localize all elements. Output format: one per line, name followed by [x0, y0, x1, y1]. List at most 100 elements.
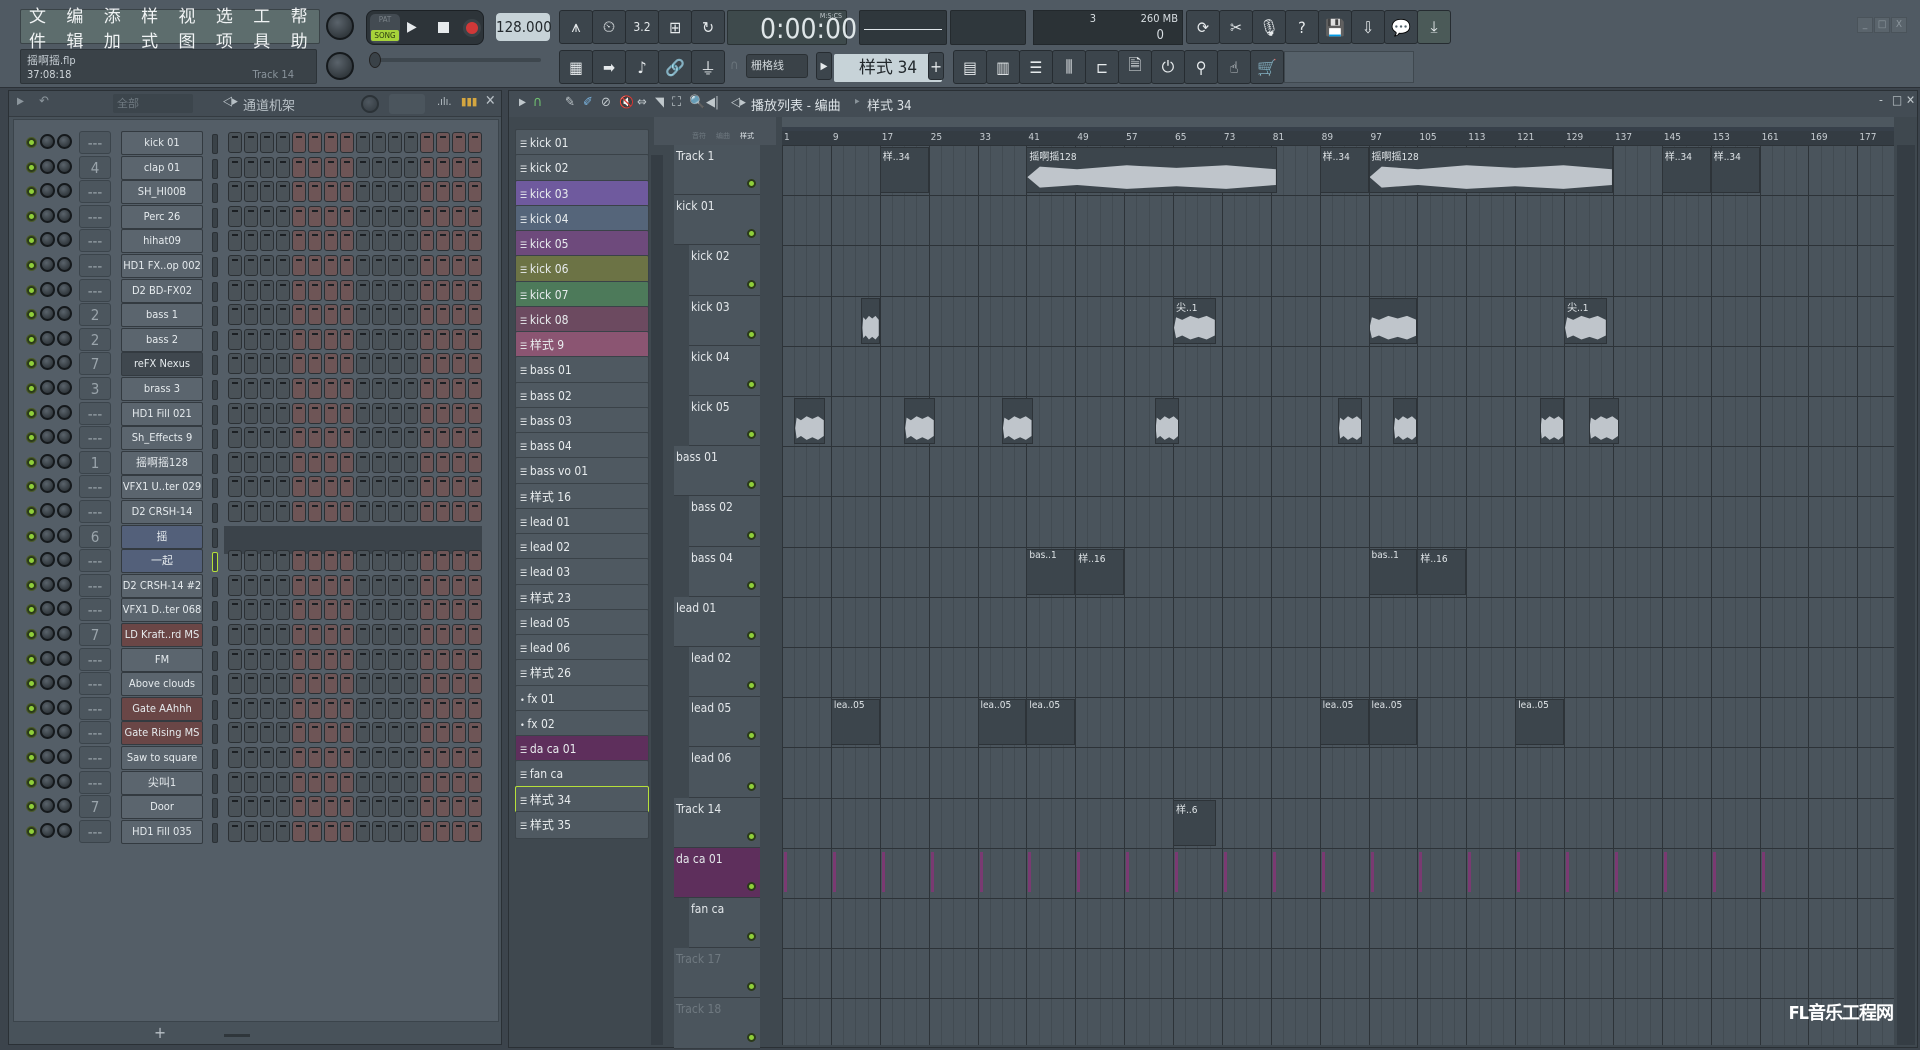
step-button[interactable] — [244, 599, 258, 621]
step-button[interactable] — [372, 205, 386, 227]
step-button[interactable] — [420, 599, 434, 621]
channel-select[interactable] — [212, 503, 218, 523]
step-button[interactable] — [228, 230, 242, 252]
mixer-track-number[interactable]: --- — [79, 426, 111, 450]
step-button[interactable] — [260, 476, 274, 498]
channel-name-button[interactable]: bass 1 — [121, 303, 203, 328]
step-button[interactable] — [388, 673, 402, 695]
track-header[interactable]: lead 01 — [674, 596, 760, 647]
countdown-icon[interactable]: 3.2 — [625, 10, 659, 44]
mixer-track-number[interactable]: --- — [79, 475, 111, 499]
tab-patterns[interactable]: 样式 — [740, 131, 754, 141]
mixer-track-number[interactable]: --- — [79, 598, 111, 622]
step-button[interactable] — [340, 476, 354, 498]
mixer-track-number[interactable]: --- — [79, 131, 111, 154]
step-button[interactable] — [228, 574, 242, 596]
pattern-item[interactable]: ☰ 样式 9 — [515, 331, 649, 359]
step-button[interactable] — [388, 378, 402, 399]
step-button[interactable] — [340, 353, 354, 375]
step-button[interactable] — [436, 279, 450, 301]
step-button[interactable] — [292, 820, 306, 842]
step-button[interactable] — [308, 820, 322, 842]
step-button[interactable] — [452, 574, 466, 596]
step-button[interactable] — [324, 132, 338, 153]
step-button[interactable] — [452, 181, 466, 203]
step-button[interactable] — [340, 574, 354, 596]
step-button[interactable] — [436, 304, 450, 326]
mixer-track-number[interactable]: 2 — [79, 303, 111, 327]
mixer-track-number[interactable]: 7 — [79, 623, 111, 646]
step-button[interactable] — [420, 427, 434, 449]
step-button[interactable] — [372, 599, 386, 621]
step-button[interactable] — [292, 697, 306, 719]
step-button[interactable] — [372, 353, 386, 375]
step-button[interactable] — [468, 697, 482, 719]
step-button[interactable] — [276, 550, 290, 572]
channel-mute-led[interactable] — [27, 679, 36, 689]
track-mute-led[interactable] — [747, 480, 756, 490]
step-button[interactable] — [276, 353, 290, 375]
track-mute-led[interactable] — [747, 279, 756, 289]
step-button[interactable] — [244, 279, 258, 301]
pattern-item[interactable]: • fx 01 — [515, 684, 649, 713]
channel-pan-knob[interactable] — [57, 355, 72, 371]
step-button[interactable] — [276, 796, 290, 818]
channel-name-button[interactable]: bass 2 — [121, 327, 203, 352]
step-button[interactable] — [276, 205, 290, 227]
channel-name-button[interactable]: HD1 Fill 035 — [121, 819, 203, 844]
picker-scrollbar[interactable] — [651, 155, 663, 1045]
brush-icon[interactable]: ✐ — [583, 95, 593, 110]
step-button[interactable] — [228, 328, 242, 350]
microphone-icon[interactable]: 🎙 — [1252, 10, 1286, 44]
track-header[interactable]: Track 18 — [674, 998, 760, 1049]
da-ca-clip[interactable] — [1517, 851, 1521, 892]
step-button[interactable] — [372, 796, 386, 818]
channel-pan-knob[interactable] — [57, 503, 72, 518]
channel-pan-knob[interactable] — [57, 453, 72, 469]
pattern-item[interactable]: ☰ bass 04 — [515, 432, 649, 460]
channel-select[interactable] — [212, 232, 218, 253]
step-button[interactable] — [292, 205, 306, 227]
mixer-track-number[interactable]: --- — [79, 721, 111, 745]
piano-roll-window-icon[interactable]: ▥ — [986, 50, 1020, 84]
track-header[interactable]: kick 02 — [689, 245, 760, 296]
pattern-item[interactable]: ☰ kick 03 — [515, 179, 649, 208]
step-button[interactable] — [420, 132, 434, 153]
step-button[interactable] — [308, 550, 322, 572]
channel-volume-knob[interactable] — [40, 134, 55, 149]
channel-name-button[interactable]: D2 CRSH-14 — [121, 500, 203, 524]
step-button[interactable] — [292, 624, 306, 645]
step-button[interactable] — [292, 255, 306, 276]
audio-clip[interactable] — [1539, 398, 1565, 445]
step-button[interactable] — [260, 255, 274, 276]
step-button[interactable] — [372, 304, 386, 326]
pattern-clip[interactable]: lea..05 — [1515, 699, 1565, 746]
audio-clip[interactable] — [1001, 398, 1033, 445]
step-button[interactable] — [356, 427, 370, 449]
playlist-menu-arrow-icon[interactable]: ▶ — [519, 97, 526, 108]
channel-name-button[interactable]: kick 01 — [121, 131, 203, 155]
step-button[interactable] — [244, 132, 258, 153]
step-button[interactable] — [292, 402, 306, 424]
step-button[interactable] — [244, 820, 258, 842]
channel-select[interactable] — [212, 330, 218, 351]
channel-pan-knob[interactable] — [57, 576, 72, 592]
step-button[interactable] — [468, 624, 482, 645]
step-button[interactable] — [292, 328, 306, 350]
audio-clip[interactable] — [1588, 398, 1620, 445]
track-mute-led[interactable] — [747, 781, 756, 791]
mixer-track-number[interactable]: --- — [79, 278, 111, 302]
step-button[interactable] — [228, 132, 242, 153]
channel-volume-knob[interactable] — [40, 380, 55, 395]
step-button[interactable] — [340, 697, 354, 719]
channel-volume-knob[interactable] — [40, 503, 55, 518]
track-header[interactable]: kick 04 — [689, 345, 760, 396]
typing-keyboard-icon[interactable]: ♪ — [625, 50, 659, 84]
help-icon[interactable]: ? — [1285, 10, 1319, 44]
step-button[interactable] — [228, 181, 242, 203]
channel-select[interactable] — [212, 798, 218, 819]
step-button[interactable] — [468, 771, 482, 793]
pattern-clip[interactable]: lea..05 — [1319, 699, 1369, 746]
step-button[interactable] — [468, 599, 482, 621]
step-button[interactable] — [324, 205, 338, 227]
